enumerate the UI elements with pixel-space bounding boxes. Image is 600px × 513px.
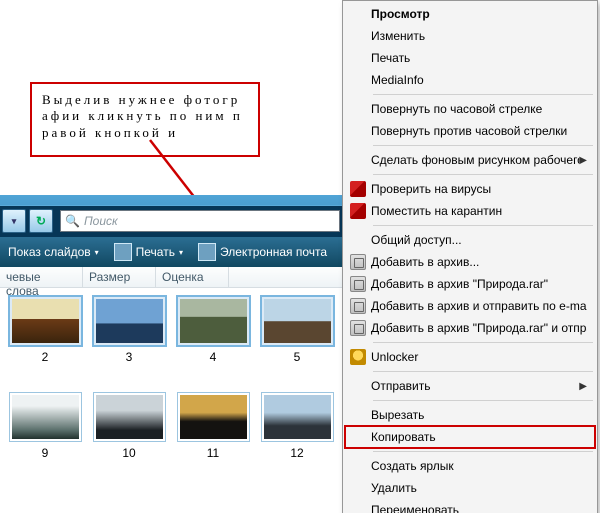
thumb-item[interactable]: 4 (174, 296, 252, 364)
menu-rotate-cw[interactable]: Повернуть по часовой стрелке (345, 98, 595, 120)
thumb-item[interactable]: 11 (174, 392, 252, 460)
thumb-item[interactable]: 9 (6, 392, 84, 460)
cmd-print[interactable]: Печать▾ (106, 237, 190, 267)
cmd-slideshow[interactable]: Показ слайдов▾ (0, 237, 106, 267)
menu-cut[interactable]: Вырезать (345, 404, 595, 426)
thumb-image (180, 395, 247, 439)
search-input[interactable]: 🔍 Поиск (60, 210, 340, 232)
thumb-image (180, 299, 247, 343)
thumb-item[interactable]: 3 (90, 296, 168, 364)
refresh-icon: ↻ (36, 214, 46, 228)
context-menu: Просмотр Изменить Печать MediaInfo Повер… (342, 0, 598, 513)
menu-print[interactable]: Печать (345, 47, 595, 69)
thumb-caption: 11 (174, 446, 252, 460)
thumb-image (96, 395, 163, 439)
thumb-caption: 5 (258, 350, 336, 364)
thumb-caption: 2 (6, 350, 84, 364)
archive-icon (350, 276, 366, 292)
nav-bar: ▾ ↻ 🔍 Поиск (0, 205, 342, 237)
menu-edit[interactable]: Изменить (345, 25, 595, 47)
thumb-caption: 9 (6, 446, 84, 460)
menu-add-archive-named[interactable]: Добавить в архив "Природа.rar" (345, 273, 595, 295)
menu-mediainfo[interactable]: MediaInfo (345, 69, 595, 91)
menu-add-archive[interactable]: Добавить в архив... (345, 251, 595, 273)
menu-rotate-ccw[interactable]: Повернуть против часовой стрелки (345, 120, 595, 142)
thumb-caption: 12 (258, 446, 336, 460)
kaspersky-icon (350, 203, 366, 219)
menu-unlocker[interactable]: Unlocker (345, 346, 595, 368)
menu-set-wallpaper[interactable]: Сделать фоновым рисунком рабочего стола▶ (345, 149, 595, 171)
thumb-item[interactable]: 10 (90, 392, 168, 460)
cmd-email[interactable]: Электронная почта (190, 237, 334, 267)
archive-icon (350, 320, 366, 336)
nav-refresh-button[interactable]: ↻ (29, 209, 53, 233)
menu-virus-check[interactable]: Проверить на вирусы (345, 178, 595, 200)
thumb-image (12, 395, 79, 439)
menu-send-to[interactable]: Отправить▶ (345, 375, 595, 397)
email-icon (198, 243, 216, 261)
thumb-image (264, 395, 331, 439)
menu-separator (373, 371, 593, 372)
thumb-image (96, 299, 163, 343)
command-bar: Показ слайдов▾ Печать▾ Электронная почта (0, 237, 342, 267)
thumb-caption: 10 (90, 446, 168, 460)
thumb-item[interactable]: 5 (258, 296, 336, 364)
col-size[interactable]: Размер (83, 267, 156, 287)
kaspersky-icon (350, 181, 366, 197)
menu-quarantine[interactable]: Поместить на карантин (345, 200, 595, 222)
menu-view[interactable]: Просмотр (345, 3, 595, 25)
print-icon (114, 243, 132, 261)
archive-icon (350, 254, 366, 270)
thumb-caption: 4 (174, 350, 252, 364)
col-rating[interactable]: Оценка (156, 267, 229, 287)
menu-archive-named-email[interactable]: Добавить в архив "Природа.rar" и отправи… (345, 317, 595, 339)
menu-copy[interactable]: Копировать (345, 426, 595, 448)
menu-separator (373, 94, 593, 95)
thumb-item[interactable]: 2 (6, 296, 84, 364)
thumb-image (12, 299, 79, 343)
menu-separator (373, 342, 593, 343)
search-icon: 🔍 (65, 214, 80, 228)
thumb-caption: 3 (90, 350, 168, 364)
col-keywords[interactable]: чевые слова (0, 267, 83, 287)
list-header: чевые слова Размер Оценка (0, 267, 342, 288)
search-placeholder: Поиск (84, 214, 118, 228)
nav-dropdown-button[interactable]: ▾ (2, 209, 26, 233)
thumb-image (264, 299, 331, 343)
archive-icon (350, 298, 366, 314)
menu-separator (373, 225, 593, 226)
explorer-window: ▾ ↻ 🔍 Поиск Показ слайдов▾ Печать▾ Элект… (0, 195, 342, 460)
menu-create-shortcut[interactable]: Создать ярлык (345, 455, 595, 477)
instruction-callout: Выделив нужнее фотографии кликнуть по ни… (30, 82, 260, 157)
thumbnail-area: 2 3 4 5 9 10 (0, 288, 342, 460)
menu-archive-email[interactable]: Добавить в архив и отправить по e-mail..… (345, 295, 595, 317)
menu-separator (373, 174, 593, 175)
unlocker-icon (350, 349, 366, 365)
menu-delete[interactable]: Удалить (345, 477, 595, 499)
menu-separator (373, 451, 593, 452)
menu-separator (373, 145, 593, 146)
menu-share[interactable]: Общий доступ... (345, 229, 595, 251)
thumb-item[interactable]: 12 (258, 392, 336, 460)
menu-rename[interactable]: Переименовать (345, 499, 595, 513)
menu-separator (373, 400, 593, 401)
